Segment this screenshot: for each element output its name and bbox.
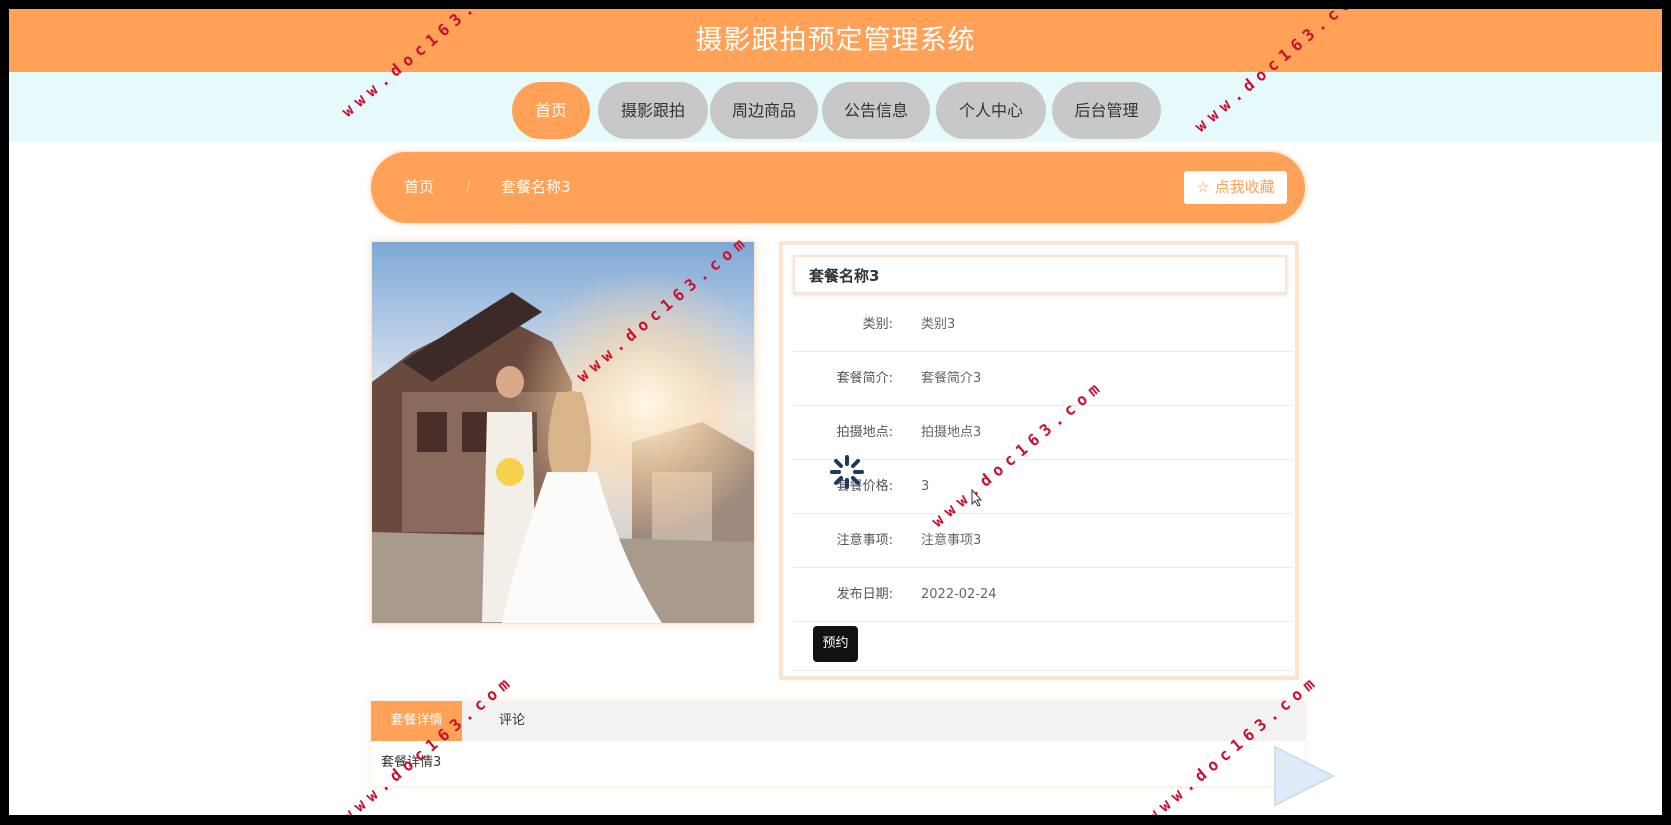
main-nav: 首页 摄影跟拍 周边商品 公告信息 个人中心 后台管理	[9, 72, 1662, 142]
loading-spinner-icon	[830, 455, 864, 489]
tab-comments[interactable]: 评论	[487, 701, 537, 741]
favorite-button[interactable]: ☆ 点我收藏	[1184, 171, 1287, 204]
nav-item-merchandise[interactable]: 周边商品	[710, 82, 818, 139]
breadcrumb-separator: /	[466, 180, 471, 195]
nav-item-announcements[interactable]: 公告信息	[822, 82, 930, 139]
nav-item-photography[interactable]: 摄影跟拍	[598, 82, 708, 139]
wedding-photo-image	[372, 242, 754, 623]
field-value: 套餐简介3	[921, 371, 982, 386]
breadcrumb: 首页 / 套餐名称3 ☆ 点我收藏	[371, 152, 1305, 223]
field-value: 注意事项3	[921, 533, 982, 548]
field-row-notes: 注意事项: 注意事项3	[793, 514, 1293, 568]
site-header: 摄影跟拍预定管理系统	[9, 9, 1662, 72]
field-row-price: 套餐价格: 3	[793, 460, 1293, 514]
site-title: 摄影跟拍预定管理系统	[695, 25, 976, 56]
field-row-intro: 套餐简介: 套餐简介3	[793, 352, 1293, 406]
field-value: 拍摄地点3	[921, 425, 982, 440]
field-label: 拍摄地点:	[836, 425, 893, 440]
package-title: 套餐名称3	[793, 255, 1287, 294]
divider	[793, 670, 1293, 671]
tab-package-details[interactable]: 套餐详情	[371, 701, 462, 741]
detail-tabs: 套餐详情 评论 套餐详情3	[371, 701, 1305, 786]
field-value: 2022-02-24	[921, 587, 997, 602]
tab-header: 套餐详情 评论	[371, 701, 1305, 741]
tab-content: 套餐详情3	[381, 755, 442, 770]
package-photo	[371, 241, 755, 624]
mouse-pointer-icon	[971, 489, 983, 507]
field-row-location: 拍摄地点: 拍摄地点3	[793, 406, 1293, 460]
field-value: 类别3	[921, 317, 956, 332]
breadcrumb-home[interactable]: 首页	[404, 152, 434, 223]
nav-item-admin[interactable]: 后台管理	[1052, 82, 1161, 139]
field-row-category: 类别: 类别3	[793, 298, 1293, 352]
video-play-icon	[1274, 745, 1336, 807]
book-button[interactable]: 预约	[813, 626, 858, 662]
field-label: 套餐简介:	[836, 371, 893, 386]
field-label: 类别:	[862, 317, 893, 332]
field-label: 注意事项:	[836, 533, 893, 548]
nav-item-profile[interactable]: 个人中心	[936, 82, 1046, 139]
field-label: 发布日期:	[836, 587, 893, 602]
field-value: 3	[921, 479, 930, 494]
nav-item-home[interactable]: 首页	[512, 82, 590, 139]
field-row-publish-date: 发布日期: 2022-02-24	[793, 568, 1293, 622]
page: 摄影跟拍预定管理系统 首页 摄影跟拍 周边商品 公告信息 个人中心 后台管理 首…	[9, 9, 1662, 815]
breadcrumb-current: 套餐名称3	[501, 178, 571, 196]
